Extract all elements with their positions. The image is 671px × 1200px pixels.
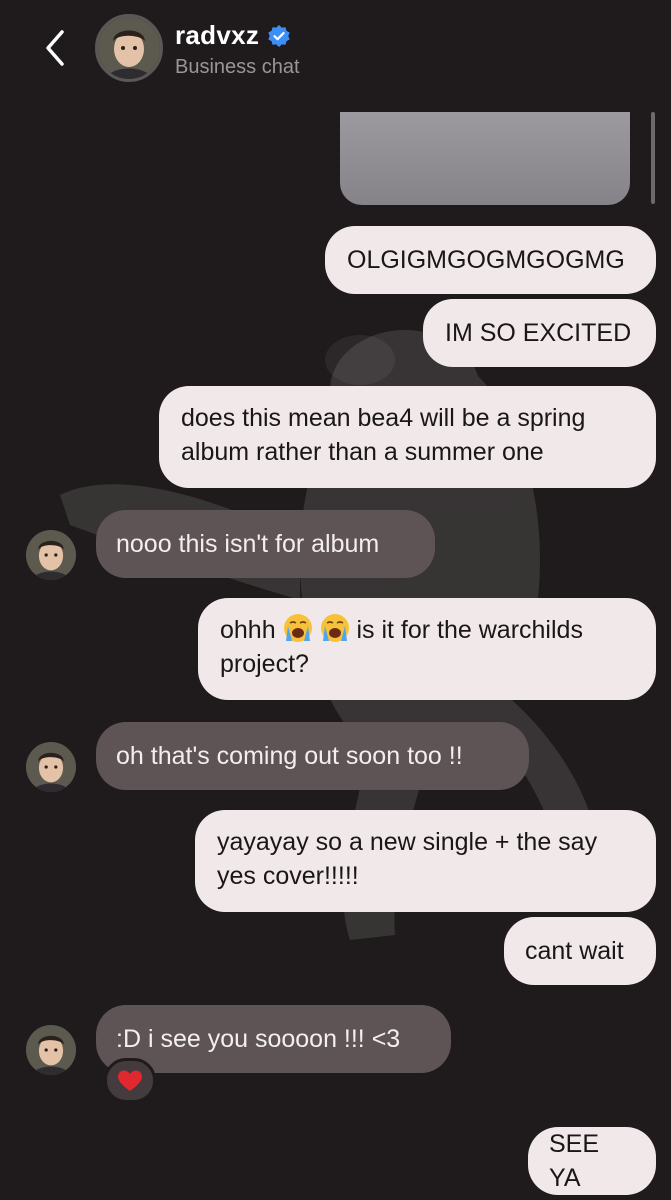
red-heart-icon [118,1070,142,1091]
message-text-line: does this mean bea4 will be a spring [181,404,586,432]
message-text-line: album rather than a summer one [181,438,544,466]
contact-name: radvxz [175,20,260,50]
avatar-photo [26,530,76,580]
message-bubble-outgoing[interactable]: SEE YA [528,1127,656,1195]
message-text-line: yes cover!!!!! [217,862,359,890]
sender-avatar[interactable] [26,742,76,792]
avatar-photo [26,742,76,792]
chat-header: radvxz Business chat [0,0,671,100]
media-message[interactable] [340,112,630,205]
message-bubble-incoming[interactable]: oh that's coming out soon too !! [96,722,529,790]
message-text: is it for the warchilds [356,616,583,644]
message-bubble-outgoing[interactable]: IM SO EXCITED [423,299,656,367]
message-bubble-incoming[interactable]: :D i see you soooon !!! <3 [96,1005,451,1073]
message-text: ohhh [220,616,276,644]
avatar-photo [98,17,160,79]
message-text: SEE YA [549,1130,600,1192]
avatar-photo [26,1025,76,1075]
verified-badge-icon [268,24,290,47]
contact-avatar[interactable] [95,14,163,82]
chevron-left-icon [46,30,64,66]
message-text: nooo this isn't for album [116,530,380,558]
message-text: OLGIGMGOGMGOGMG [347,246,625,274]
back-button[interactable] [30,22,80,74]
message-text: cant wait [525,937,624,965]
sender-avatar[interactable] [26,1025,76,1075]
chat-subtitle: Business chat [175,56,300,78]
message-bubble-outgoing[interactable]: cant wait [504,917,656,985]
message-bubble-outgoing[interactable]: ohhh is it for the warchilds project? [198,598,656,700]
message-text-line: project? [220,650,309,678]
message-bubble-outgoing[interactable]: yayayay so a new single + the say yes co… [195,810,656,912]
message-text: IM SO EXCITED [445,319,632,347]
loudly-crying-face-icon [320,614,349,642]
message-text-line: yayayay so a new single + the say [217,828,598,856]
contact-name-row[interactable]: radvxz [175,20,291,51]
message-text-line: ohhh is it for the warchilds [220,613,634,647]
message-text: oh that's coming out soon too !! [116,742,463,770]
loudly-crying-face-icon [283,614,312,642]
scrollbar[interactable] [651,112,655,204]
sender-avatar[interactable] [26,530,76,580]
message-bubble-outgoing[interactable]: does this mean bea4 will be a spring alb… [159,386,656,488]
message-reaction[interactable] [104,1058,156,1103]
message-text: :D i see you soooon !!! <3 [116,1025,401,1053]
message-bubble-incoming[interactable]: nooo this isn't for album [96,510,435,578]
message-bubble-outgoing[interactable]: OLGIGMGOGMGOGMG [325,226,656,294]
